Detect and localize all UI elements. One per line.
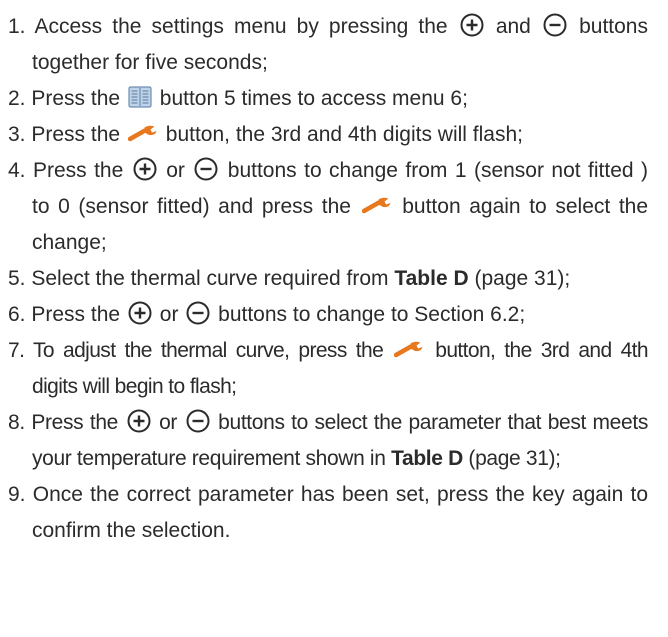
table-reference: Table D: [394, 267, 469, 290]
step-text: or: [166, 159, 185, 182]
plus-button-icon: [133, 157, 157, 181]
menu-book-icon: [128, 86, 152, 109]
step-number: 7.: [8, 339, 25, 362]
step-text: Select the thermal curve required from: [31, 267, 389, 290]
plus-button-icon: [128, 301, 152, 325]
step-text: or: [159, 411, 178, 434]
step-number: 6.: [8, 303, 26, 326]
step-5: 5. Select the thermal curve required fro…: [8, 261, 648, 297]
minus-button-icon: [194, 157, 218, 181]
step-text: To adjust the thermal curve, press the: [32, 339, 384, 362]
step-text: or: [159, 303, 179, 326]
step-text: (page 31);: [474, 267, 571, 290]
minus-button-icon: [186, 409, 210, 433]
step-text: Press the: [31, 411, 118, 434]
step-3: 3. Press the button, the 3rd and 4th dig…: [8, 117, 648, 153]
step-7: 7. To adjust the thermal curve, press th…: [8, 333, 649, 405]
step-number: 9.: [8, 483, 26, 506]
step-number: 3.: [8, 123, 26, 146]
table-reference: Table D: [391, 447, 463, 470]
wrench-icon: [127, 124, 158, 142]
step-number: 1.: [8, 15, 26, 38]
step-8: 8. Press the or buttons to select the pa…: [8, 405, 648, 477]
step-number: 8.: [8, 411, 25, 434]
step-text: Press the: [32, 159, 124, 182]
step-text: button 5 times to access menu 6;: [159, 87, 468, 110]
step-text: (page 31);: [468, 447, 561, 470]
step-1: 1. Access the settings menu by pressing …: [8, 9, 648, 81]
step-2: 2. Press the button 5 times to access me…: [8, 81, 648, 117]
step-text: and: [495, 15, 531, 38]
step-6: 6. Press the or buttons to change to Sec…: [8, 297, 648, 333]
minus-button-icon: [186, 301, 210, 325]
step-text: Access the settings menu by pressing the: [34, 15, 448, 38]
step-text: Once the correct parameter has been set,…: [32, 483, 649, 542]
step-number: 4.: [8, 159, 26, 182]
plus-button-icon: [127, 409, 151, 433]
step-text: Press the: [31, 87, 121, 110]
step-text: Press the: [31, 303, 121, 326]
step-text: Press the: [31, 123, 121, 146]
step-number: 2.: [8, 87, 26, 110]
wrench-icon: [394, 340, 424, 358]
step-9: 9. Once the correct parameter has been s…: [8, 477, 648, 549]
step-4: 4. Press the or buttons to change from 1…: [8, 153, 648, 261]
wrench-icon: [361, 196, 392, 214]
minus-button-icon: [543, 13, 567, 37]
instruction-list: 1. Access the settings menu by pressing …: [8, 9, 649, 549]
step-text: buttons to change to Section 6.2;: [218, 303, 526, 326]
plus-button-icon: [460, 13, 484, 37]
step-text: button, the 3rd and 4th digits will flas…: [165, 123, 523, 146]
step-number: 5.: [8, 267, 26, 290]
